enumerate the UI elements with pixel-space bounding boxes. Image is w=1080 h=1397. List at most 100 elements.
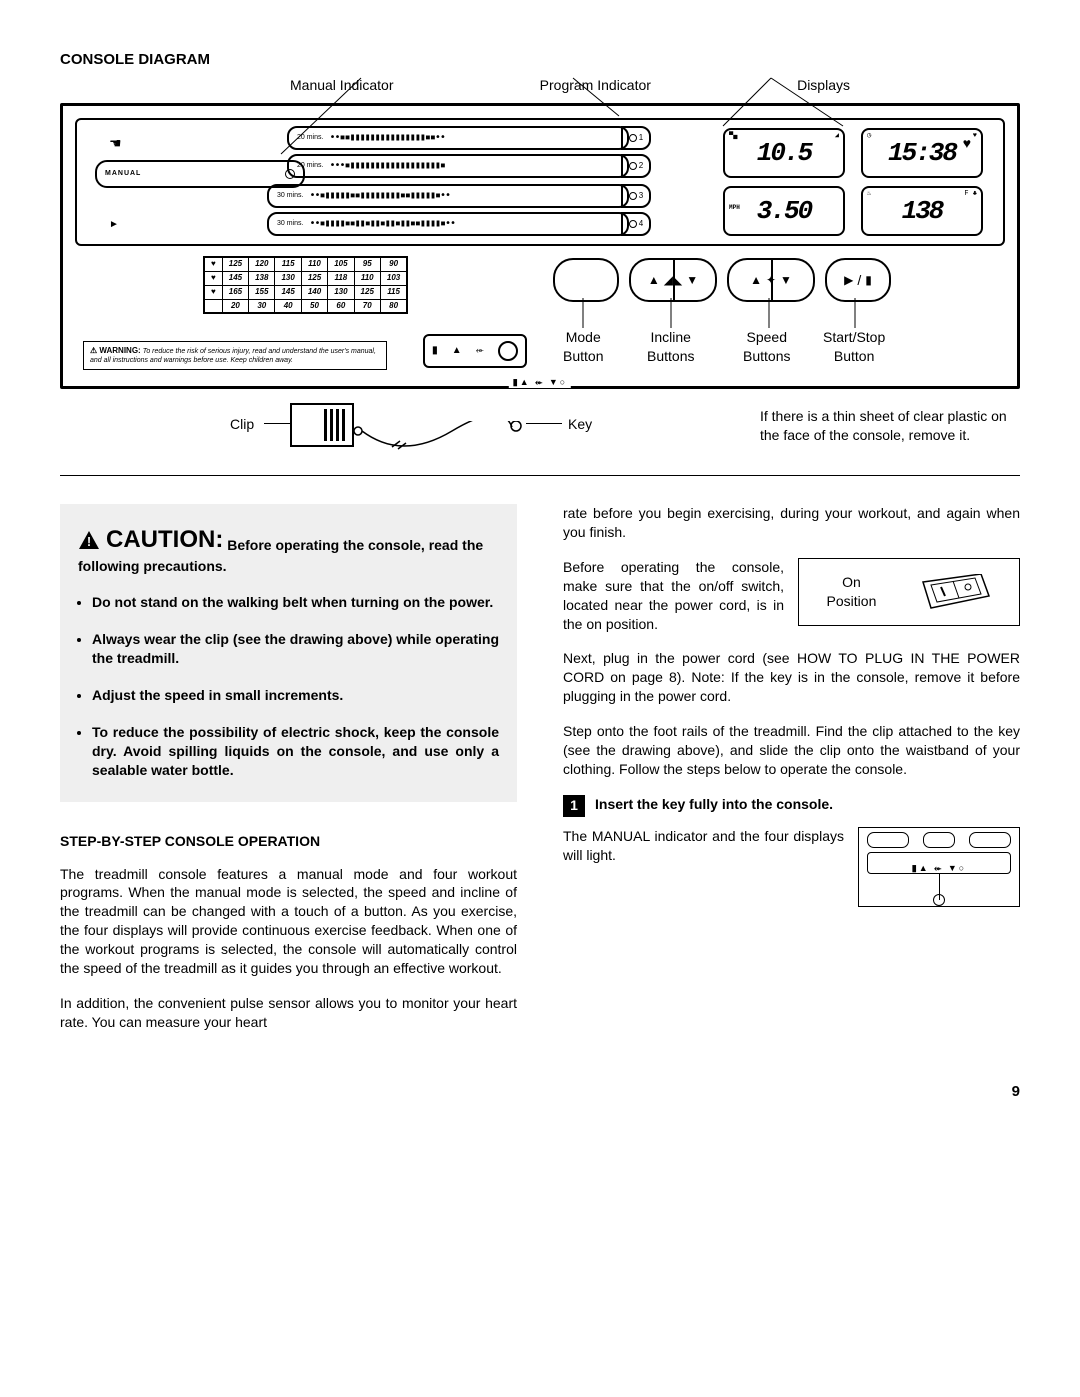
below-diagram-row: Clip Key If there is a thin sheet of cle… [60, 403, 1020, 463]
hr-cell: 155 [249, 285, 275, 299]
hr-cell: 140 [301, 285, 327, 299]
section-divider [60, 475, 1020, 476]
caution-bullet: Adjust the speed in small increments. [92, 686, 499, 705]
program-slot-1: 20 mins. ••▪▪▮▮▮▮▮▮▮▮▮▮▮▮▮▮▮▪▪•• [287, 126, 629, 150]
operation-heading: STEP-BY-STEP CONSOLE OPERATION [60, 832, 517, 851]
step-1-number: 1 [563, 795, 585, 817]
program-bars-2: •••▪▮▮▮▮▮▮▮▮▮▮▮▮▮▮▮▮▮▮▪ [329, 159, 627, 173]
step-1-text: The MANUAL indicator and the four displa… [563, 827, 844, 865]
display-speed-unit: MPH [729, 204, 740, 212]
step-onto-para: Step onto the foot rails of the treadmil… [563, 722, 1020, 779]
program-bars-4: ••▪▮▮▮▮▪▪▮▮▪▮▮▪▮▮▪▮▮▪▪▮▮▮▮▪•• [309, 217, 627, 231]
program-led-3: 3 [621, 184, 651, 208]
program-prefix-2: 20 mins. [297, 161, 323, 170]
power-switch-drawing [921, 574, 991, 610]
display-icon-fire: ♨ [867, 190, 871, 199]
program-bars-3: ••▪▮▮▮▮▮▪▪▮▮▮▮▮▮▮▮▪▪▮▮▮▮▮▪•• [309, 189, 627, 203]
caution-bullet: Do not stand on the walking belt when tu… [92, 593, 499, 612]
step-1-row: 1 Insert the key fully into the console. [563, 795, 1020, 817]
step-1-body: The MANUAL indicator and the four displa… [563, 827, 1020, 907]
key-notch-icons: ▮▲ ⬰ ▼○ [509, 376, 571, 388]
key-cord-drawing [352, 421, 522, 451]
program-slot-4: 30 mins. ••▪▮▮▮▮▪▪▮▮▪▮▮▪▮▮▪▮▮▪▪▮▮▮▮▪•• [267, 212, 629, 236]
program-led-4: 4 [621, 212, 651, 236]
display-time-value: 15:38 [888, 136, 956, 171]
plug-in-para: Next, plug in the power cord (see HOW TO… [563, 649, 1020, 706]
display-incline-value: 10.5 [757, 136, 811, 171]
hr-cell: 145 [275, 285, 301, 299]
svg-text:!: ! [87, 534, 91, 549]
display-icon-heart: ♥ [973, 132, 977, 141]
program-prefix-3: 30 mins. [277, 191, 303, 200]
step-1-mini-console: ▮▲ ⬰ ▼○ [858, 827, 1020, 907]
caution-bullet: Always wear the clip (see the drawing ab… [92, 630, 499, 668]
hr-cell: ♥ [204, 285, 222, 299]
leader-lines-top [63, 76, 1017, 116]
hr-cell: 95 [354, 257, 380, 271]
page-number: 9 [60, 1082, 1020, 1102]
label-speed-buttons: Speed Buttons [743, 328, 790, 366]
incline-up-icon: ▲ [648, 272, 660, 288]
label-incline-buttons: Incline Buttons [647, 328, 694, 366]
incline-buttons[interactable]: ▲ ◢◣ ▼ [629, 258, 717, 302]
speed-buttons[interactable]: ▲ ✦ ▼ [727, 258, 815, 302]
display-icon-clock: ◷ [867, 132, 871, 141]
hr-cell: 90 [380, 257, 407, 271]
program-slot-2: 20 mins. •••▪▮▮▮▮▮▮▮▮▮▮▮▮▮▮▮▮▮▮▪ [287, 154, 629, 178]
program-led-num-2: 2 [639, 161, 643, 172]
key-hole-icon [498, 341, 518, 361]
operation-para-2: In addition, the convenient pulse sensor… [60, 994, 517, 1032]
hr-cell: 130 [275, 271, 301, 285]
hr-cell: 145 [222, 271, 248, 285]
hr-cell: ♥ [204, 257, 222, 271]
program-led-2: 2 [621, 154, 651, 178]
start-stop-button[interactable]: ▶ / ▮ [825, 258, 891, 302]
foot-icon: ► [109, 218, 119, 232]
program-led-1: 1 [621, 126, 651, 150]
console-warning-panel: ⚠ WARNING: To reduce the risk of serious… [83, 341, 387, 370]
left-column: ! CAUTION: Before operating the console,… [60, 504, 517, 1048]
on-position-diagram: On Position [798, 558, 1020, 626]
stop-icon: ▮ [865, 272, 872, 288]
clip-leader-line [264, 423, 290, 424]
caution-bullet-list: Do not stand on the walking belt when tu… [78, 593, 499, 779]
console-diagram: ☚ ♥ MANUAL 20 mins. ••▪▪▮▮▮▮▮▮▮▮▮▮▮▮▮▮▮▪… [60, 103, 1020, 389]
display-icon-incline: ◢ [835, 132, 839, 141]
operation-para-1: The treadmill console features a manual … [60, 865, 517, 978]
display-time: ◷ ♥ 15:38 [861, 128, 983, 178]
program-slot-3: 30 mins. ••▪▮▮▮▮▮▪▪▮▮▮▮▮▮▮▮▪▪▮▮▮▮▮▪•• [267, 184, 629, 208]
key-leader-line [526, 423, 562, 424]
hr-cell: 130 [328, 285, 354, 299]
hr-cell: 110 [354, 271, 380, 285]
warning-triangle-icon: ! [78, 530, 100, 550]
on-position-block: Before operating the console, make sure … [563, 558, 1020, 634]
hr-cell: 115 [275, 257, 301, 271]
display-icon-walker: ▀▄ [729, 132, 737, 141]
right-column: rate before you begin exercising, during… [563, 504, 1020, 1048]
heart-rate-continuation: rate before you begin exercising, during… [563, 504, 1020, 542]
hr-cell: 138 [249, 271, 275, 285]
label-startstop-button: Start/Stop Button [823, 328, 885, 366]
hr-cell: 105 [328, 257, 354, 271]
program-led-num-4: 4 [639, 219, 643, 230]
key-slot[interactable]: ▮ ▲ ⬰ [423, 334, 527, 368]
key-bar-icon: ▮ [432, 344, 438, 358]
console-diagram-title: CONSOLE DIAGRAM [60, 50, 1020, 70]
hr-cell: 118 [328, 271, 354, 285]
hr-cell: 120 [249, 257, 275, 271]
caution-box: ! CAUTION: Before operating the console,… [60, 504, 517, 802]
key-shape-icon: ⬰ [476, 344, 484, 358]
label-mode-button: Mode Button [563, 328, 603, 366]
body-columns: ! CAUTION: Before operating the console,… [60, 504, 1020, 1048]
clip-label: Clip [230, 415, 254, 434]
manual-indicator-label: MANUAL [105, 169, 141, 178]
caution-heading: ! CAUTION: Before operating the console,… [78, 524, 499, 575]
display-speed: MPH 3.50 [723, 186, 845, 236]
display-incline: ▀▄ ◢ 10.5 [723, 128, 845, 178]
mode-button[interactable] [553, 258, 619, 302]
warning-lead: ⚠ WARNING: [90, 346, 141, 355]
incline-down-icon: ▼ [686, 272, 698, 288]
program-led-num-3: 3 [639, 191, 643, 202]
hr-cell: 125 [354, 285, 380, 299]
on-position-label: On Position [827, 573, 877, 611]
